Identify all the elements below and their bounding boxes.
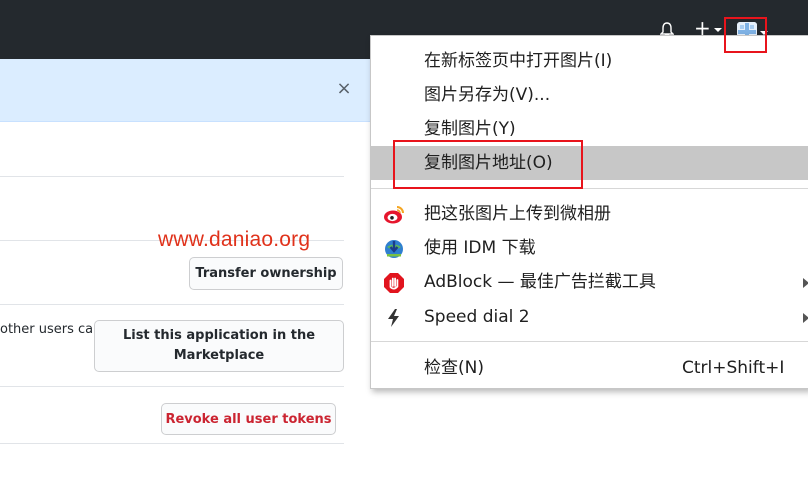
- caret-down-icon: [714, 28, 722, 32]
- annotation-box-avatar: [724, 17, 767, 53]
- divider: [0, 443, 344, 444]
- menu-item-inspect[interactable]: 检查(N) Ctrl+Shift+I: [371, 351, 808, 385]
- transfer-ownership-button[interactable]: Transfer ownership: [189, 257, 343, 290]
- weibo-icon: [383, 204, 405, 226]
- menu-item-label: 使用 IDM 下载: [424, 238, 536, 258]
- submenu-arrow-icon: [803, 313, 808, 323]
- description-text: other users can: [0, 322, 102, 337]
- divider: [0, 176, 344, 177]
- lightning-icon: [383, 307, 405, 329]
- close-icon[interactable]: ×: [336, 80, 352, 98]
- menu-item-upload-weibo[interactable]: 把这张图片上传到微相册: [371, 197, 808, 231]
- idm-icon: [383, 238, 405, 260]
- list-marketplace-button[interactable]: List this application in the Marketplace: [94, 320, 344, 372]
- revoke-tokens-button[interactable]: Revoke all user tokens: [161, 403, 336, 435]
- menu-item-save-image-as[interactable]: 图片另存为(V)...: [371, 78, 808, 112]
- divider: [0, 386, 344, 387]
- screenshot: + × www.daniao.org Transfer ownership ot…: [0, 0, 808, 482]
- menu-item-shortcut: Ctrl+Shift+I: [682, 358, 785, 378]
- menu-item-label: 在新标签页中打开图片(I): [424, 51, 613, 71]
- menu-item-speed-dial[interactable]: Speed dial 2: [371, 300, 808, 334]
- menu-item-label: 把这张图片上传到微相册: [424, 204, 611, 224]
- context-menu: 在新标签页中打开图片(I) 图片另存为(V)... 复制图片(Y) 复制图片地址…: [370, 35, 808, 389]
- adblock-icon: [383, 272, 405, 294]
- submenu-arrow-icon: [803, 278, 808, 288]
- divider: [0, 304, 344, 305]
- menu-separator: [371, 341, 808, 342]
- menu-item-adblock[interactable]: AdBlock — 最佳广告拦截工具: [371, 265, 808, 299]
- menu-item-idm-download[interactable]: 使用 IDM 下载: [371, 231, 808, 265]
- menu-item-label: 复制图片(Y): [424, 119, 516, 139]
- menu-item-label: 检查(N): [424, 358, 484, 378]
- menu-item-label: Speed dial 2: [424, 307, 530, 327]
- menu-item-label: AdBlock — 最佳广告拦截工具: [424, 272, 656, 292]
- annotation-box-copy-address: [393, 140, 583, 189]
- watermark-text: www.daniao.org: [158, 228, 311, 251]
- menu-item-label: 图片另存为(V)...: [424, 85, 551, 105]
